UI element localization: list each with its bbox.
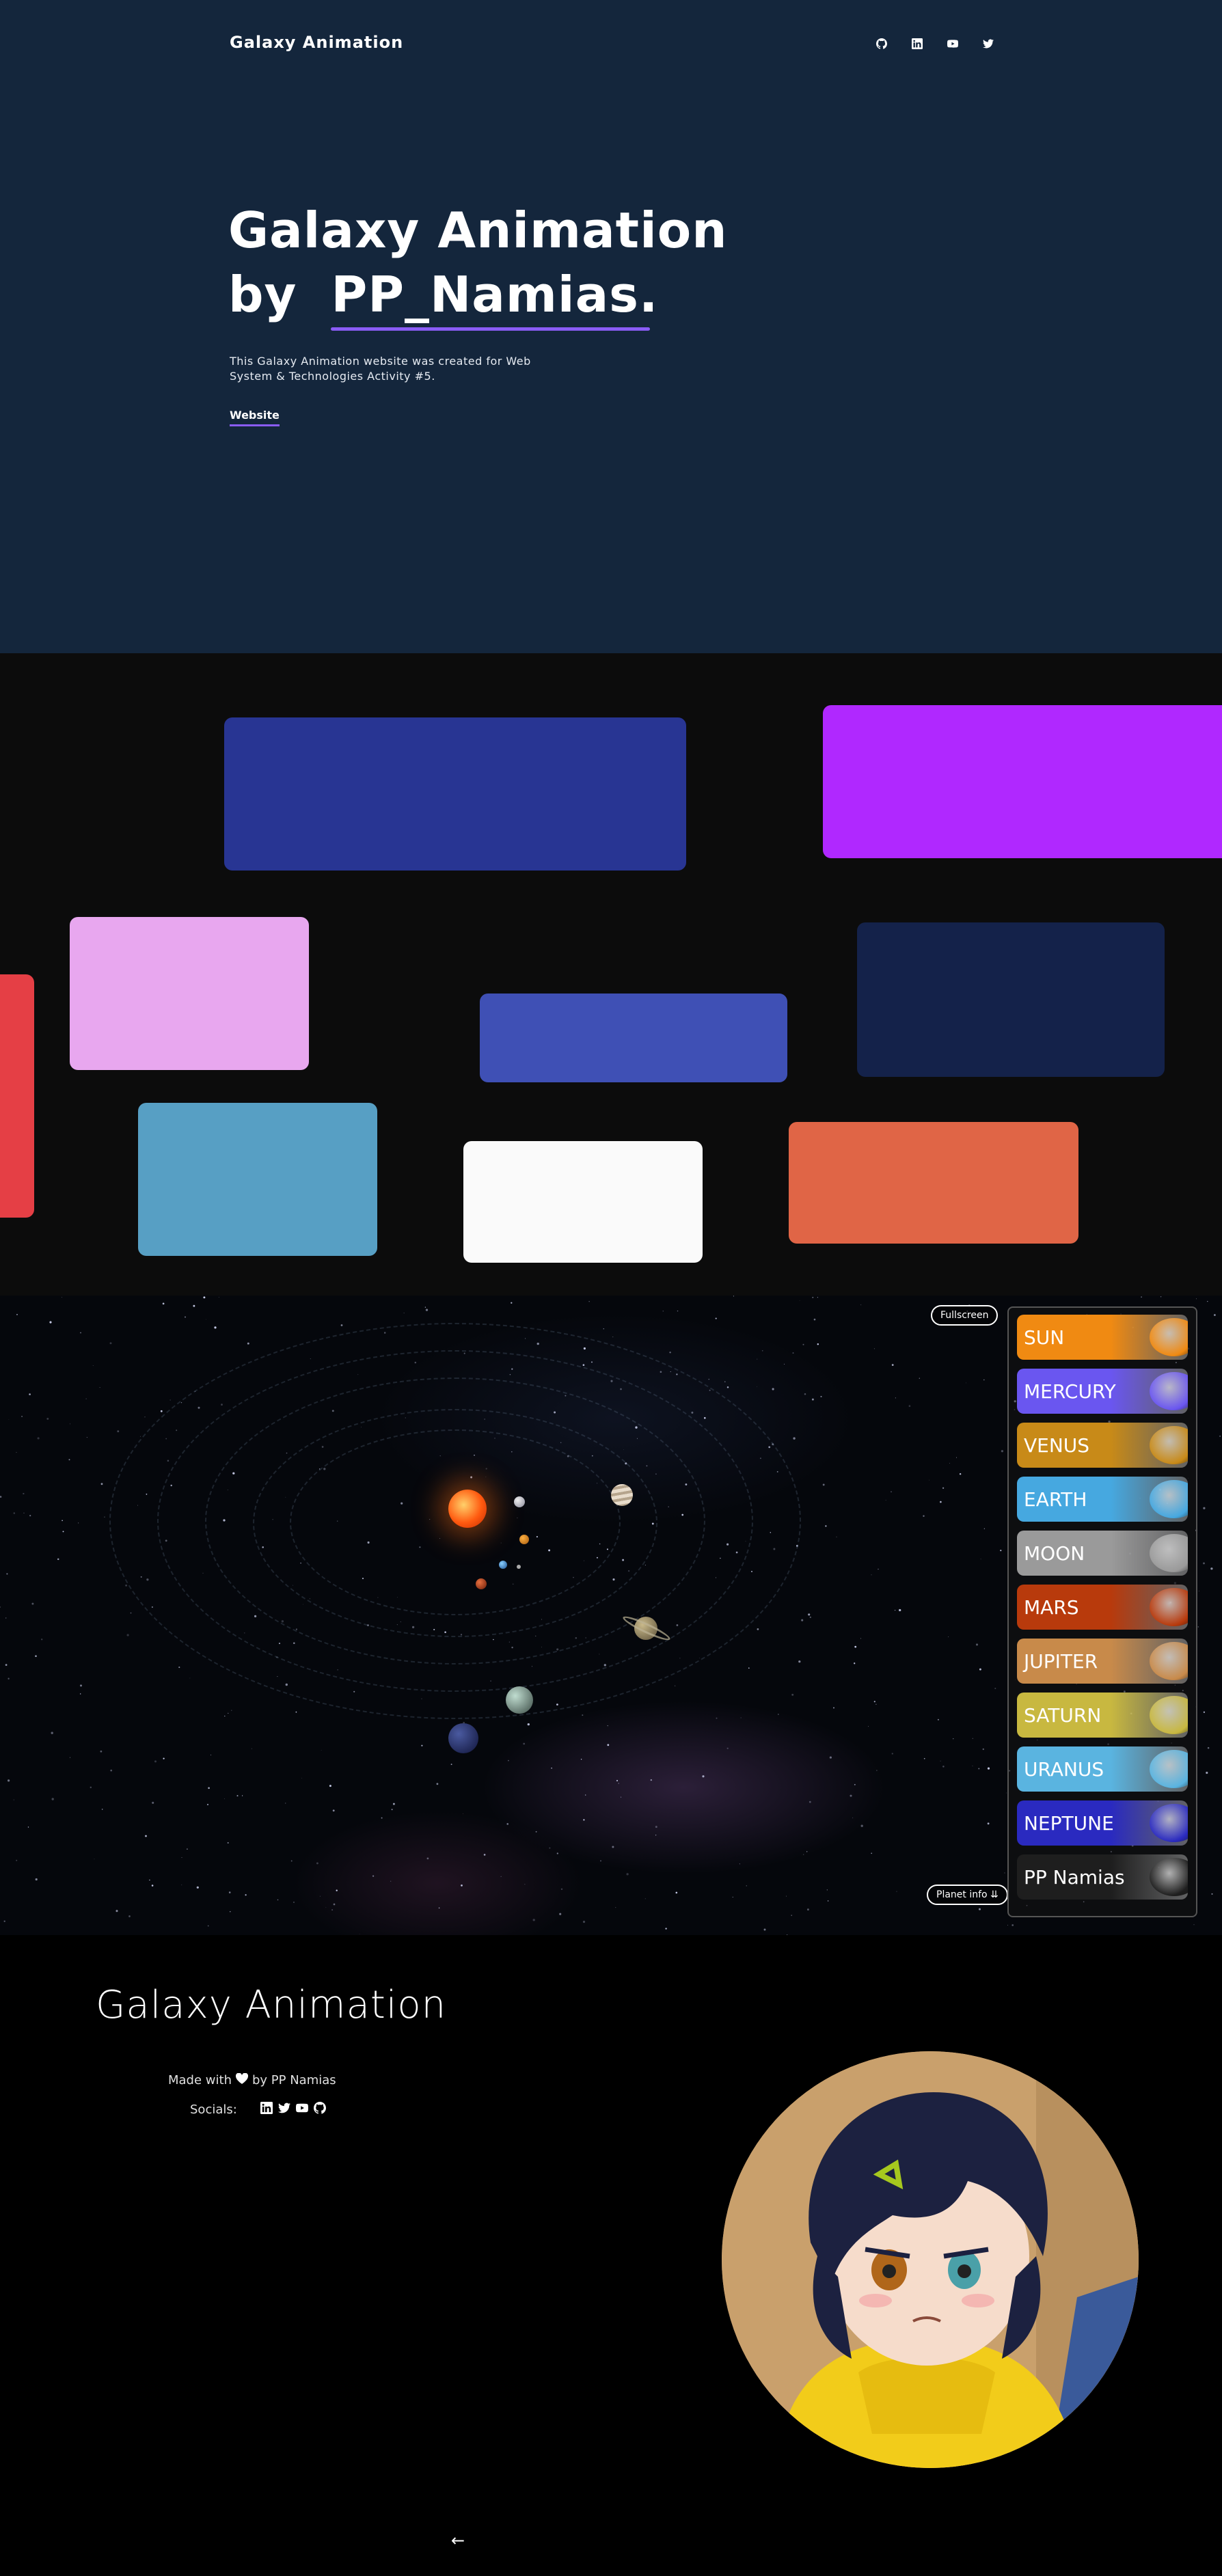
- made-with-prefix: Made with: [168, 2073, 232, 2087]
- planet-list-label: PP Namias: [1024, 1865, 1125, 1889]
- footer-socials: Socials:: [190, 2102, 326, 2118]
- uranus-planet[interactable]: [506, 1686, 533, 1714]
- moon-planet[interactable]: [517, 1565, 521, 1569]
- hero-description: This Galaxy Animation website was create…: [230, 355, 531, 383]
- planet-thumbnail-icon: [1150, 1588, 1188, 1626]
- hero-title-name: PP_Namias.: [331, 262, 658, 331]
- planet-list-item[interactable]: NEPTUNE: [1017, 1800, 1188, 1846]
- hero-title-by: by: [228, 266, 297, 323]
- jupiter-planet[interactable]: [611, 1484, 633, 1506]
- hero-section: Galaxy Animation Galaxy Animation by PP_…: [0, 0, 1222, 653]
- planet-thumbnail-icon: [1150, 1858, 1188, 1896]
- planet-list-item[interactable]: VENUS: [1017, 1423, 1188, 1468]
- planet-list-item[interactable]: MOON: [1017, 1531, 1188, 1576]
- card-red: [0, 974, 34, 1218]
- made-with-line: Made with by PP Namias: [168, 2072, 336, 2087]
- venus-planet[interactable]: [519, 1535, 529, 1544]
- neptune-planet[interactable]: [448, 1723, 478, 1753]
- card-pink: [70, 917, 309, 1070]
- planet-list-item[interactable]: SATURN: [1017, 1693, 1188, 1738]
- chevron-double-down-icon: ⇊: [990, 1889, 999, 1900]
- planet-list-label: MERCURY: [1024, 1380, 1116, 1403]
- planet-list-item[interactable]: EARTH: [1017, 1477, 1188, 1522]
- planet-list-item[interactable]: JUPITER: [1017, 1639, 1188, 1684]
- linkedin-icon[interactable]: [260, 2102, 273, 2118]
- twitter-icon[interactable]: [981, 37, 995, 51]
- website-link[interactable]: Website: [230, 409, 280, 426]
- card-teal: [138, 1103, 377, 1256]
- planet-list-label: VENUS: [1024, 1434, 1090, 1457]
- hero-title-line2: by PP_Namias.: [228, 262, 727, 331]
- card-indigo: [480, 994, 787, 1082]
- made-with-suffix: by PP Namias: [252, 2073, 336, 2087]
- planet-list-label: SUN: [1024, 1326, 1065, 1349]
- linkedin-icon[interactable]: [910, 37, 924, 51]
- sun-planet[interactable]: [448, 1490, 487, 1528]
- solar-system-section[interactable]: Fullscreen Planet info ⇊ SUN MERCURY VENUS…: [0, 1296, 1222, 1935]
- youtube-icon[interactable]: [295, 2102, 308, 2118]
- card-orange: [789, 1122, 1078, 1244]
- planet-list-label: EARTH: [1024, 1488, 1087, 1511]
- github-icon[interactable]: [875, 37, 888, 51]
- card-navy: [857, 922, 1165, 1077]
- planet-list-item[interactable]: PP Namias: [1017, 1854, 1188, 1900]
- planet-thumbnail-icon: [1150, 1642, 1188, 1680]
- youtube-icon[interactable]: [946, 37, 960, 51]
- planet-list-label: MARS: [1024, 1595, 1079, 1619]
- planet-thumbnail-icon: [1150, 1480, 1188, 1518]
- planet-list-item[interactable]: MERCURY: [1017, 1369, 1188, 1414]
- planet-list-label: URANUS: [1024, 1757, 1104, 1781]
- floating-cards-section: [0, 653, 1222, 1296]
- planet-list-item[interactable]: URANUS: [1017, 1746, 1188, 1792]
- avatar: [722, 2051, 1139, 2468]
- planet-list-label: MOON: [1024, 1542, 1085, 1565]
- heart-icon: [235, 2072, 249, 2087]
- socials-label: Socials:: [190, 2102, 237, 2117]
- card-blue: [224, 717, 686, 871]
- footer-social-icons: [260, 2102, 326, 2118]
- footer-title: Galaxy Animation: [96, 1983, 447, 2027]
- planet-info-label: Planet info: [936, 1889, 988, 1900]
- hero-title-line1: Galaxy Animation: [228, 202, 728, 259]
- planet-info-button[interactable]: Planet info ⇊: [927, 1885, 1008, 1905]
- planet-list-item[interactable]: SUN: [1017, 1315, 1188, 1360]
- planet-list-label: JUPITER: [1024, 1649, 1098, 1673]
- back-arrow-icon[interactable]: ←: [451, 2531, 465, 2550]
- planet-thumbnail-icon: [1150, 1804, 1188, 1842]
- planet-list-label: NEPTUNE: [1024, 1811, 1114, 1835]
- planet-list-label: SATURN: [1024, 1703, 1102, 1727]
- fullscreen-button[interactable]: Fullscreen: [931, 1305, 999, 1326]
- planet-list-item[interactable]: MARS: [1017, 1585, 1188, 1630]
- github-icon[interactable]: [313, 2102, 326, 2118]
- header-social-links: [875, 37, 995, 51]
- footer-section: Galaxy Animation Made with by PP Namias …: [0, 1935, 1222, 2576]
- card-white: [463, 1141, 703, 1263]
- mercury-planet[interactable]: [514, 1496, 525, 1507]
- brand-logo[interactable]: Galaxy Animation: [230, 33, 403, 52]
- card-purple: [823, 705, 1222, 858]
- twitter-icon[interactable]: [277, 2102, 290, 2118]
- earth-planet[interactable]: [499, 1561, 507, 1569]
- planet-thumbnail-icon: [1150, 1750, 1188, 1788]
- planet-list-panel: SUN MERCURY VENUS EARTH MOON MARS JUPITER SATUR…: [1007, 1306, 1197, 1917]
- planet-thumbnail-icon: [1150, 1534, 1188, 1572]
- planet-thumbnail-icon: [1150, 1372, 1188, 1410]
- planet-thumbnail-icon: [1150, 1318, 1188, 1356]
- mars-planet[interactable]: [476, 1578, 487, 1589]
- planet-thumbnail-icon: [1150, 1696, 1188, 1734]
- planet-thumbnail-icon: [1150, 1426, 1188, 1464]
- hero-title: Galaxy Animation by PP_Namias.: [228, 198, 728, 331]
